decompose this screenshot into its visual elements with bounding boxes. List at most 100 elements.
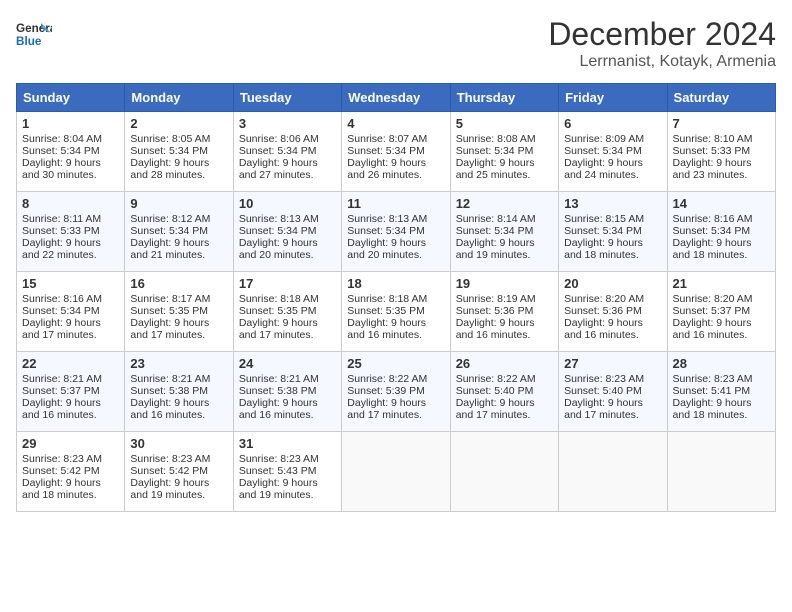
day-info-line: Daylight: 9 hours <box>22 397 119 409</box>
calendar-cell: 3Sunrise: 8:06 AMSunset: 5:34 PMDaylight… <box>233 112 341 192</box>
day-info-line: Daylight: 9 hours <box>130 157 227 169</box>
calendar-week-row: 15Sunrise: 8:16 AMSunset: 5:34 PMDayligh… <box>17 272 776 352</box>
day-number: 7 <box>673 116 770 131</box>
day-info-line: Daylight: 9 hours <box>347 237 444 249</box>
day-info-line: Sunrise: 8:21 AM <box>239 373 336 385</box>
day-info-line: and 16 minutes. <box>239 409 336 421</box>
day-info-line: and 17 minutes. <box>347 409 444 421</box>
day-info-line: and 17 minutes. <box>130 329 227 341</box>
day-info-line: Daylight: 9 hours <box>130 397 227 409</box>
column-header-tuesday: Tuesday <box>233 84 341 112</box>
day-info-line: Sunset: 5:34 PM <box>22 145 119 157</box>
day-info-line: Sunrise: 8:20 AM <box>564 293 661 305</box>
day-info-line: Sunrise: 8:23 AM <box>239 453 336 465</box>
day-info-line: Sunset: 5:35 PM <box>130 305 227 317</box>
column-header-friday: Friday <box>559 84 667 112</box>
location-subtitle: Lerrnanist, Kotayk, Armenia <box>548 53 776 71</box>
day-number: 6 <box>564 116 661 131</box>
column-header-thursday: Thursday <box>450 84 558 112</box>
calendar-cell <box>667 432 775 512</box>
day-number: 9 <box>130 196 227 211</box>
day-number: 4 <box>347 116 444 131</box>
day-info-line: Sunset: 5:40 PM <box>456 385 553 397</box>
day-info-line: and 19 minutes. <box>130 489 227 501</box>
day-info-line: Sunset: 5:34 PM <box>456 225 553 237</box>
day-info-line: and 20 minutes. <box>239 249 336 261</box>
day-info-line: Sunrise: 8:20 AM <box>673 293 770 305</box>
day-number: 29 <box>22 436 119 451</box>
day-info-line: Sunset: 5:34 PM <box>347 225 444 237</box>
day-info-line: Sunrise: 8:23 AM <box>673 373 770 385</box>
calendar-cell: 18Sunrise: 8:18 AMSunset: 5:35 PMDayligh… <box>342 272 450 352</box>
day-number: 14 <box>673 196 770 211</box>
day-info-line: and 18 minutes. <box>564 249 661 261</box>
header: General Blue December 2024 Lerrnanist, K… <box>16 16 776 71</box>
calendar-cell: 9Sunrise: 8:12 AMSunset: 5:34 PMDaylight… <box>125 192 233 272</box>
day-info-line: Daylight: 9 hours <box>239 397 336 409</box>
day-number: 19 <box>456 276 553 291</box>
day-info-line: Daylight: 9 hours <box>22 157 119 169</box>
calendar-cell: 27Sunrise: 8:23 AMSunset: 5:40 PMDayligh… <box>559 352 667 432</box>
day-info-line: Sunrise: 8:13 AM <box>239 213 336 225</box>
day-info-line: and 27 minutes. <box>239 169 336 181</box>
day-info-line: Sunrise: 8:11 AM <box>22 213 119 225</box>
day-number: 27 <box>564 356 661 371</box>
calendar-cell: 5Sunrise: 8:08 AMSunset: 5:34 PMDaylight… <box>450 112 558 192</box>
day-info-line: Daylight: 9 hours <box>130 237 227 249</box>
title-area: December 2024 Lerrnanist, Kotayk, Armeni… <box>548 16 776 71</box>
day-info-line: and 25 minutes. <box>456 169 553 181</box>
day-info-line: and 16 minutes. <box>673 329 770 341</box>
calendar-cell: 30Sunrise: 8:23 AMSunset: 5:42 PMDayligh… <box>125 432 233 512</box>
calendar-cell: 21Sunrise: 8:20 AMSunset: 5:37 PMDayligh… <box>667 272 775 352</box>
day-info-line: Sunrise: 8:18 AM <box>347 293 444 305</box>
calendar-cell: 2Sunrise: 8:05 AMSunset: 5:34 PMDaylight… <box>125 112 233 192</box>
day-number: 2 <box>130 116 227 131</box>
day-info-line: Daylight: 9 hours <box>239 157 336 169</box>
day-number: 30 <box>130 436 227 451</box>
calendar-cell <box>559 432 667 512</box>
day-info-line: Daylight: 9 hours <box>239 237 336 249</box>
day-number: 26 <box>456 356 553 371</box>
day-info-line: Sunset: 5:33 PM <box>673 145 770 157</box>
day-info-line: Sunset: 5:40 PM <box>564 385 661 397</box>
day-info-line: Sunset: 5:43 PM <box>239 465 336 477</box>
day-info-line: Daylight: 9 hours <box>239 317 336 329</box>
day-info-line: Daylight: 9 hours <box>239 477 336 489</box>
day-info-line: and 18 minutes. <box>673 249 770 261</box>
calendar-header-row: SundayMondayTuesdayWednesdayThursdayFrid… <box>17 84 776 112</box>
day-number: 28 <box>673 356 770 371</box>
day-number: 24 <box>239 356 336 371</box>
logo: General Blue <box>16 16 52 52</box>
day-info-line: and 22 minutes. <box>22 249 119 261</box>
day-info-line: Daylight: 9 hours <box>673 237 770 249</box>
day-info-line: Sunrise: 8:14 AM <box>456 213 553 225</box>
day-info-line: and 17 minutes. <box>239 329 336 341</box>
day-info-line: Sunrise: 8:12 AM <box>130 213 227 225</box>
day-info-line: and 24 minutes. <box>564 169 661 181</box>
day-info-line: Sunset: 5:34 PM <box>564 145 661 157</box>
calendar-cell: 7Sunrise: 8:10 AMSunset: 5:33 PMDaylight… <box>667 112 775 192</box>
day-info-line: Sunrise: 8:17 AM <box>130 293 227 305</box>
day-info-line: Sunset: 5:34 PM <box>347 145 444 157</box>
calendar-cell: 13Sunrise: 8:15 AMSunset: 5:34 PMDayligh… <box>559 192 667 272</box>
day-info-line: Sunrise: 8:22 AM <box>347 373 444 385</box>
day-info-line: and 17 minutes. <box>456 409 553 421</box>
day-number: 1 <box>22 116 119 131</box>
day-info-line: Sunrise: 8:23 AM <box>130 453 227 465</box>
day-info-line: Sunrise: 8:09 AM <box>564 133 661 145</box>
day-info-line: Sunset: 5:39 PM <box>347 385 444 397</box>
day-info-line: Sunset: 5:34 PM <box>130 145 227 157</box>
day-info-line: Daylight: 9 hours <box>347 317 444 329</box>
day-info-line: and 26 minutes. <box>347 169 444 181</box>
calendar-cell <box>450 432 558 512</box>
calendar-cell: 1Sunrise: 8:04 AMSunset: 5:34 PMDaylight… <box>17 112 125 192</box>
calendar-cell <box>342 432 450 512</box>
calendar-cell: 29Sunrise: 8:23 AMSunset: 5:42 PMDayligh… <box>17 432 125 512</box>
day-info-line: Sunrise: 8:07 AM <box>347 133 444 145</box>
calendar-week-row: 1Sunrise: 8:04 AMSunset: 5:34 PMDaylight… <box>17 112 776 192</box>
day-number: 13 <box>564 196 661 211</box>
day-info-line: Sunrise: 8:16 AM <box>22 293 119 305</box>
day-info-line: Daylight: 9 hours <box>456 157 553 169</box>
day-info-line: Sunrise: 8:10 AM <box>673 133 770 145</box>
calendar-cell: 4Sunrise: 8:07 AMSunset: 5:34 PMDaylight… <box>342 112 450 192</box>
